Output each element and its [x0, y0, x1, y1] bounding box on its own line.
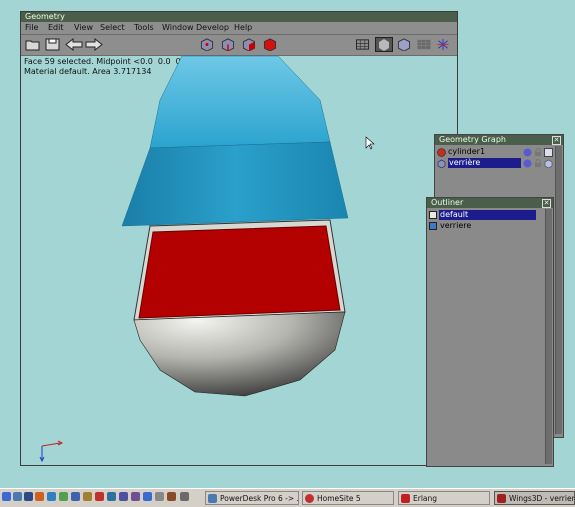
menu-edit[interactable]: Edit: [48, 23, 64, 33]
menu-bar: File Edit View Select Tools Window Devel…: [21, 22, 457, 35]
info-line: Face 59 selected. Midpoint <0.0 0.0 0.0>…: [24, 57, 195, 77]
quicklaunch-icon[interactable]: [13, 492, 22, 501]
outliner-item-default[interactable]: default: [429, 210, 539, 220]
geometry-window: Geometry File Edit View Select Tools Win…: [20, 11, 458, 466]
task-label: Erlang: [413, 494, 438, 503]
menu-window[interactable]: Window: [162, 23, 194, 33]
info-line-selection: Face 59 selected. Midpoint <0.0 0.0 0.0>: [24, 57, 196, 66]
menu-view[interactable]: View: [74, 23, 93, 33]
homesite-icon: [305, 494, 314, 503]
lock-icon[interactable]: [534, 159, 542, 168]
quicklaunch-icon[interactable]: [107, 492, 116, 501]
outliner-item-label: verriere: [440, 221, 472, 230]
geometry-window-title[interactable]: Geometry: [21, 12, 457, 22]
task-powerdesk[interactable]: PowerDesk Pro 6 -> ...: [205, 491, 299, 505]
quicklaunch-icon[interactable]: [167, 492, 176, 501]
quicklaunch-icon[interactable]: [59, 492, 68, 501]
graph-item-label: cylinder1: [448, 147, 486, 156]
quicklaunch-icon[interactable]: [119, 492, 128, 501]
task-label: HomeSite 5: [317, 494, 361, 503]
graph-item-cylinder1[interactable]: cylinder1: [437, 147, 555, 157]
outliner-item-verriere[interactable]: verriere: [429, 221, 539, 231]
wire-toggle-icon[interactable]: [544, 148, 553, 157]
toolbar: [21, 35, 457, 56]
wire-toggle-icon[interactable]: [544, 159, 553, 168]
visibility-icon[interactable]: [523, 148, 532, 157]
outliner-item-label: default: [439, 210, 536, 220]
face-mode-icon[interactable]: [241, 38, 257, 51]
solid-view-icon[interactable]: [396, 38, 412, 51]
graph-item-verriere[interactable]: verrière: [437, 158, 555, 168]
quicklaunch-icon[interactable]: [155, 492, 164, 501]
quicklaunch-icon[interactable]: [24, 492, 33, 501]
geometry-graph-title[interactable]: Geometry Graph: [435, 135, 563, 145]
outliner-scrollbar[interactable]: [545, 209, 552, 464]
graph-item-label: verrière: [448, 158, 521, 168]
vertex-mode-icon[interactable]: [199, 38, 215, 51]
object-icon: [437, 159, 446, 168]
wireframe-view-icon[interactable]: [355, 38, 371, 51]
groundplane-icon[interactable]: [416, 38, 432, 51]
task-label: Wings3D - verriere.wi...: [509, 494, 575, 503]
menu-file[interactable]: File: [25, 23, 38, 33]
edge-mode-icon[interactable]: [220, 38, 236, 51]
quicklaunch-icon[interactable]: [95, 492, 104, 501]
menu-select[interactable]: Select: [100, 23, 125, 33]
smooth-view-icon[interactable]: [375, 37, 393, 52]
quicklaunch-icon[interactable]: [71, 492, 80, 501]
geometry-graph-scrollbar[interactable]: [555, 146, 562, 434]
lock-icon[interactable]: [534, 148, 542, 157]
object-icon: [437, 148, 446, 157]
erlang-icon: [401, 494, 410, 503]
material-icon: [429, 211, 437, 219]
quicklaunch-icon[interactable]: [180, 492, 189, 501]
outliner-title[interactable]: Outliner: [427, 198, 553, 208]
quicklaunch-icon[interactable]: [35, 492, 44, 501]
redo-icon[interactable]: [85, 38, 103, 51]
axes-icon[interactable]: [435, 38, 451, 51]
quicklaunch-icon[interactable]: [2, 492, 11, 501]
outliner-close-button[interactable]: ✕: [542, 199, 551, 208]
outliner-window: Outliner ✕ default verriere: [426, 197, 554, 467]
task-wings3d[interactable]: Wings3D - verriere.wi...: [494, 491, 575, 505]
body-mode-icon[interactable]: [262, 38, 278, 51]
quicklaunch-icon[interactable]: [131, 492, 140, 501]
visibility-icon[interactable]: [523, 159, 532, 168]
task-label: PowerDesk Pro 6 -> ...: [220, 494, 299, 503]
powerdesk-icon: [208, 494, 217, 503]
open-icon[interactable]: [25, 38, 41, 51]
material-icon: [429, 222, 437, 230]
wings3d-icon: [497, 494, 506, 503]
save-icon[interactable]: [45, 38, 61, 51]
quicklaunch-icon[interactable]: [143, 492, 152, 501]
geometry-graph-close-button[interactable]: ✕: [552, 136, 561, 145]
info-line-material: Material default. Area 3.717134: [24, 67, 152, 76]
taskbar: PowerDesk Pro 6 -> ... HomeSite 5 Erlang…: [0, 488, 575, 507]
menu-tools[interactable]: Tools: [134, 23, 154, 33]
quicklaunch-icon[interactable]: [83, 492, 92, 501]
menu-help[interactable]: Help: [234, 23, 252, 33]
task-erlang[interactable]: Erlang: [398, 491, 490, 505]
task-homesite[interactable]: HomeSite 5: [302, 491, 394, 505]
undo-icon[interactable]: [65, 38, 83, 51]
menu-develop[interactable]: Develop: [196, 23, 229, 33]
quicklaunch-icon[interactable]: [47, 492, 56, 501]
